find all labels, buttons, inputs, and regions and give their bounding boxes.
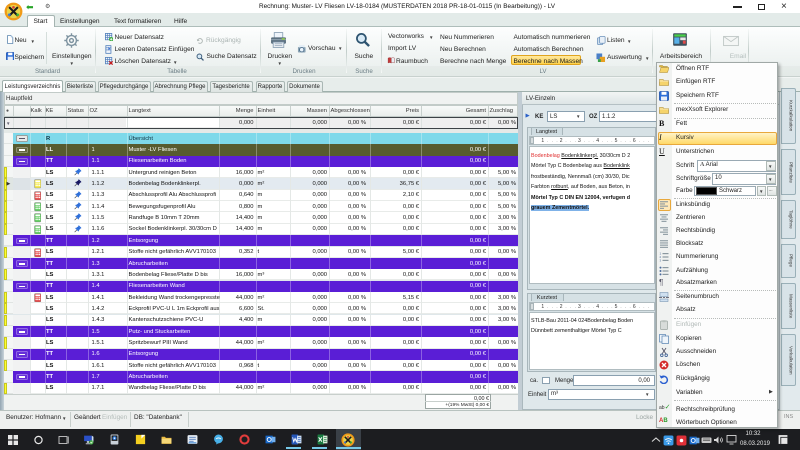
svg-text:3: 3 bbox=[660, 259, 662, 263]
